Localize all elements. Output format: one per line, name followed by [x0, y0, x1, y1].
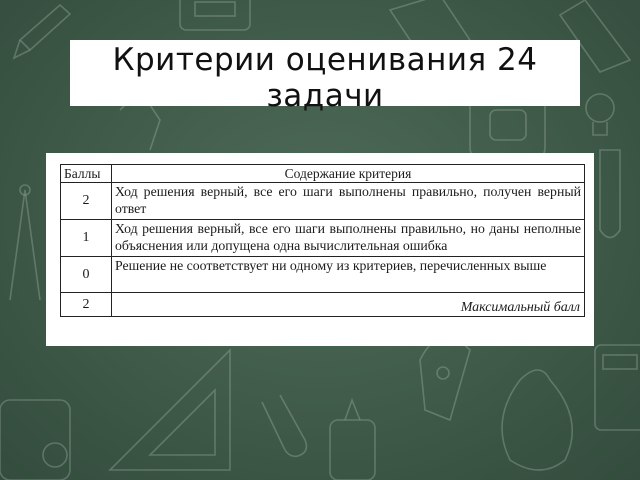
table-row: 2 Ход решения верный, все его шаги выпол… [60, 182, 585, 220]
table-row: 1 Ход решения верный, все его шаги выпол… [60, 219, 585, 257]
calculator-icon [179, 0, 251, 31]
test-tube-icon [599, 149, 621, 239]
score-column-header: Баллы [60, 164, 112, 183]
score-cell: 1 [60, 219, 112, 257]
criteria-table: Баллы Содержание критерия 2 Ход решения … [60, 164, 585, 317]
score-cell: 2 [60, 182, 112, 220]
rocket-icon [419, 336, 471, 422]
triangle-ruler-icon [108, 348, 231, 471]
calculator-icon-2 [594, 344, 640, 431]
score-cell: 0 [60, 256, 112, 293]
criterion-cell: Решение не соответствует ни одному из кр… [111, 256, 585, 293]
table-header-row: Баллы Содержание критерия [60, 164, 585, 183]
criterion-column-header: Содержание критерия [111, 164, 585, 183]
paperclip-icon [261, 394, 308, 458]
max-score-label: Максимальный балл [111, 292, 585, 317]
lightbulb-icon [585, 93, 615, 136]
pear-icon [501, 369, 573, 471]
max-score-cell: 2 [60, 292, 112, 317]
title-panel: Критерии оценивания 24 задачи [70, 40, 580, 114]
glue-bottle-icon [329, 397, 376, 480]
bag-icon [0, 399, 71, 480]
criteria-table-panel: Баллы Содержание критерия 2 Ход решения … [46, 153, 594, 346]
criterion-cell: Ход решения верный, все его шаги выполне… [111, 182, 585, 220]
compass-icon [9, 184, 41, 301]
table-row: 0 Решение не соответствует ни одному из … [60, 256, 585, 293]
criterion-cell: Ход решения верный, все его шаги выполне… [111, 219, 585, 257]
max-score-row: 2 Максимальный балл [60, 292, 585, 317]
slide-title: Критерии оценивания 24 задачи [112, 42, 538, 114]
pencil-icon [12, 3, 72, 60]
